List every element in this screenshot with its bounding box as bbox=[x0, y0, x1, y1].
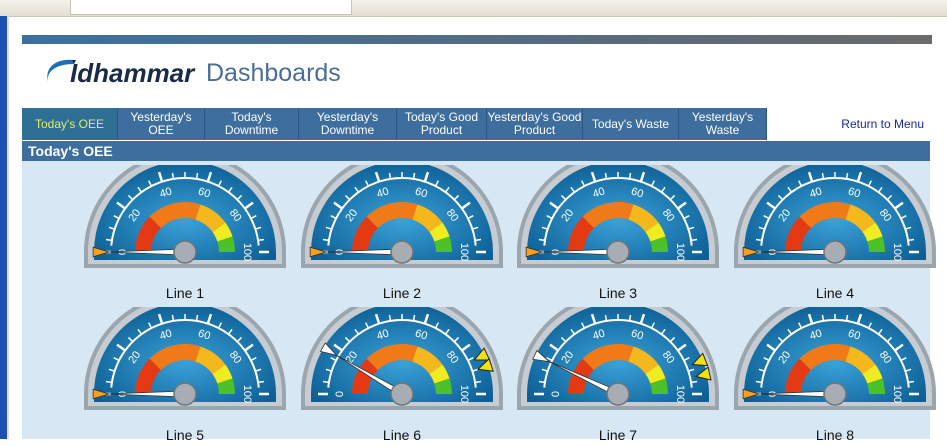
gauge-line-3: 020406080100 Line 3 bbox=[509, 165, 727, 305]
tick-label: 100 bbox=[891, 385, 903, 403]
gauge-dial: 020406080100 bbox=[517, 165, 719, 268]
scale-tick bbox=[907, 238, 915, 242]
header-bar bbox=[22, 35, 932, 44]
scale-tick bbox=[845, 172, 849, 180]
page-title: Dashboards bbox=[206, 59, 341, 87]
scale-tick bbox=[755, 380, 763, 384]
scale-tick bbox=[690, 238, 698, 242]
tab-yesterdays-oee[interactable]: Yesterday's OEE bbox=[118, 108, 205, 140]
scale-tick bbox=[388, 314, 392, 322]
gauge-hub bbox=[390, 240, 414, 264]
scale-tick bbox=[388, 172, 392, 180]
gauge-line-1: 020406080100 Line 1 bbox=[76, 165, 294, 305]
scale-tick bbox=[322, 380, 330, 384]
tick-label: 100 bbox=[674, 385, 686, 403]
section-title: Today's OEE bbox=[22, 141, 930, 161]
scale-tick bbox=[105, 238, 113, 242]
scale-tick bbox=[257, 238, 265, 242]
gauge-hub bbox=[823, 382, 847, 406]
tab-todays-waste[interactable]: Today's Waste bbox=[583, 108, 679, 140]
tick-label: 0 bbox=[334, 391, 346, 397]
scale-tick bbox=[628, 314, 632, 322]
gauge-label: Line 8 bbox=[815, 427, 855, 443]
return-to-menu-link[interactable]: Return to Menu bbox=[841, 117, 924, 131]
tab-yesterdays-downtime[interactable]: Yesterday's Downtime bbox=[299, 108, 397, 140]
tick-label: 100 bbox=[458, 385, 470, 403]
scale-tick bbox=[412, 314, 416, 322]
scale-tick bbox=[105, 380, 113, 384]
gauge-hub bbox=[823, 240, 847, 264]
tick-label: 100 bbox=[241, 243, 253, 261]
tick-label: 100 bbox=[674, 243, 686, 261]
scale-tick bbox=[821, 314, 825, 322]
scale-tick bbox=[538, 238, 546, 242]
gauge-line-4: 020406080100 Line 4 bbox=[726, 165, 944, 305]
scale-tick bbox=[474, 380, 482, 384]
tab-todays-good-product[interactable]: Today's Good Product bbox=[397, 108, 487, 140]
gauge-line-8: 020406080100 Line 8 bbox=[726, 307, 944, 447]
window-edge bbox=[0, 16, 7, 439]
gauge-dial: 020406080100 bbox=[517, 307, 719, 410]
window-edge-inner bbox=[7, 16, 9, 439]
scale-tick bbox=[195, 172, 199, 180]
scale-tick bbox=[538, 380, 546, 384]
tab-bar: Today's OEE Yesterday's OEE Today's Down… bbox=[22, 108, 930, 142]
scale-tick bbox=[171, 314, 175, 322]
gauge-dial: 020406080100 bbox=[734, 165, 936, 268]
gauge-hub bbox=[173, 240, 197, 264]
gauge-line-7: 0 20 40 60 80 100 Line 7 bbox=[509, 307, 727, 447]
tick-label: 100 bbox=[458, 243, 470, 261]
scale-tick bbox=[821, 172, 825, 180]
tick-label: 0 bbox=[550, 391, 562, 397]
scale-tick bbox=[755, 238, 763, 242]
browser-tab[interactable] bbox=[70, 0, 352, 15]
scale-tick bbox=[907, 380, 915, 384]
gauge-dial: 020406080100 bbox=[301, 165, 503, 268]
gauge-dial: 020406080100 bbox=[84, 307, 286, 410]
gauge-label: Line 7 bbox=[598, 427, 638, 443]
gauge-line-2: 020406080100 Line 2 bbox=[293, 165, 511, 305]
gauge-line-6: 0 20 40 60 80 100 Line 6 bbox=[293, 307, 511, 447]
gauge-hub bbox=[606, 382, 630, 406]
scale-tick bbox=[690, 380, 698, 384]
logo-text: Idhammar bbox=[70, 58, 195, 88]
tab-yesterdays-waste[interactable]: Yesterday's Waste bbox=[679, 108, 767, 140]
gauges-panel: 020406080100 Line 1 020406080100 Line 2 … bbox=[22, 161, 936, 443]
gauge-label: Line 2 bbox=[382, 285, 422, 301]
scale-tick bbox=[604, 172, 608, 180]
tab-todays-oee[interactable]: Today's OEE bbox=[22, 108, 118, 140]
gauge-label: Line 5 bbox=[165, 427, 205, 443]
scale-tick bbox=[171, 172, 175, 180]
scale-tick bbox=[257, 380, 265, 384]
gauge-label: Line 3 bbox=[598, 285, 638, 301]
gauge-label: Line 4 bbox=[815, 285, 855, 301]
gauge-dial: 020406080100 bbox=[84, 165, 286, 268]
gauge-dial: 020406080100 bbox=[301, 307, 503, 410]
scale-tick bbox=[604, 314, 608, 322]
scale-tick bbox=[322, 238, 330, 242]
scale-tick bbox=[474, 238, 482, 242]
gauge-line-5: 020406080100 Line 5 bbox=[76, 307, 294, 447]
gauge-dial: 020406080100 bbox=[734, 307, 936, 410]
gauge-hub bbox=[390, 382, 414, 406]
gauge-hub bbox=[606, 240, 630, 264]
tab-yesterdays-good-product[interactable]: Yesterday's Good Product bbox=[487, 108, 583, 140]
scale-tick bbox=[845, 314, 849, 322]
gauge-hub bbox=[173, 382, 197, 406]
gauge-label: Line 1 bbox=[165, 285, 205, 301]
tick-label: 100 bbox=[241, 385, 253, 403]
tick-label: 100 bbox=[891, 243, 903, 261]
tab-todays-downtime[interactable]: Today's Downtime bbox=[205, 108, 299, 140]
gauge-label: Line 6 bbox=[382, 427, 422, 443]
scale-tick bbox=[628, 172, 632, 180]
scale-tick bbox=[195, 314, 199, 322]
scale-tick bbox=[412, 172, 416, 180]
